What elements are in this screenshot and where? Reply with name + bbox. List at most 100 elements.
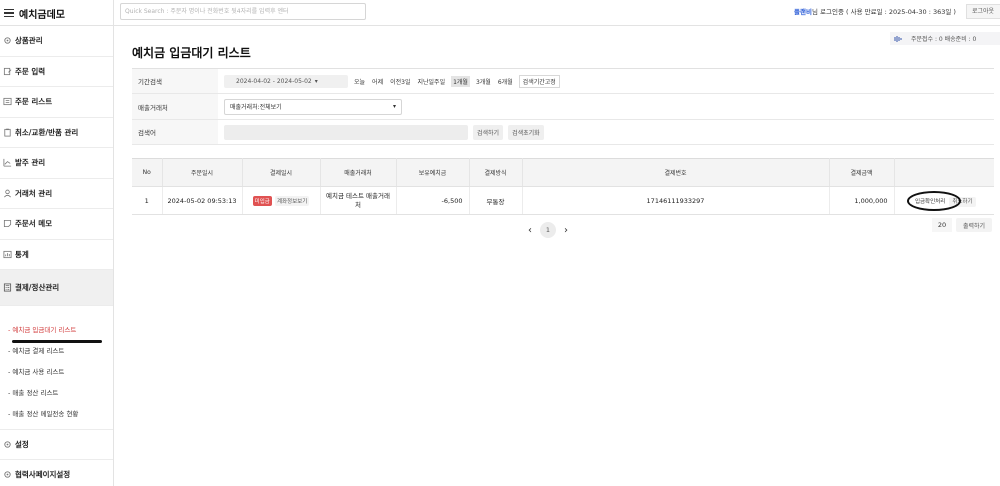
status-text: 주문접수 : 0 배송준비 : 0	[911, 36, 977, 43]
user-icon	[2, 188, 12, 198]
period-week-button[interactable]: 지난일주일	[416, 76, 446, 87]
filter-value: 검색하기 검색초기화	[218, 120, 994, 144]
col-header-payment-no: 결제번호	[522, 158, 830, 187]
main-content: 주문접수 : 0 배송준비 : 0 예치금 입금대기 리스트 기간검색 2024…	[114, 26, 1000, 486]
sidebar-item-label: 발주 관리	[15, 158, 46, 168]
filter-row-client: 매출거래처 매출거래처:전체보기 ▾	[132, 94, 994, 120]
client-select[interactable]: 매출거래처:전체보기 ▾	[224, 98, 402, 115]
sidebar-item-products[interactable]: 상품관리	[0, 26, 113, 57]
menu-icon[interactable]	[4, 9, 14, 17]
handwritten-circle	[906, 191, 961, 211]
sidebar-item-settlement[interactable]: 결제/정산관리	[0, 270, 113, 306]
logout-button[interactable]: 로그아웃	[966, 4, 1000, 19]
period-today-button[interactable]: 오늘	[353, 76, 366, 87]
sidebar-item-label: 주문 리스트	[15, 97, 53, 107]
user-name: 플랜비	[794, 8, 812, 16]
submenu-deposit-pending[interactable]: - 예치금 입금대기 리스트	[8, 318, 113, 343]
edit-icon	[2, 66, 12, 76]
cell-payment-date: 미입금 계좌정보보기	[242, 186, 321, 215]
print-button[interactable]: 출력하기	[956, 218, 992, 232]
period-6months-button[interactable]: 6개월	[497, 76, 514, 87]
deposit-pending-table: No 주문일시 결제일시 매출거래처 보유예치금 결제방식 결제번호 결제금액 …	[132, 158, 994, 215]
calculator-icon	[2, 283, 12, 293]
col-header-balance: 보유예치금	[396, 158, 470, 187]
clipboard-icon	[2, 127, 12, 137]
cell-actions: 입금확인처리 취소하기	[894, 186, 994, 215]
sidebar-item-memo[interactable]: 주문서 메모	[0, 209, 113, 240]
account-info-button[interactable]: 계좌정보보기	[274, 195, 310, 206]
sidebar-item-label: 주문 입력	[15, 66, 46, 76]
stats-icon	[2, 249, 12, 259]
signal-icon	[894, 35, 902, 42]
submenu-sales-settlement[interactable]: - 매출 정산 리스트	[8, 381, 113, 402]
sidebar-item-label: 주문서 메모	[15, 219, 53, 229]
login-status: 님 로그인중 ( 사용 만료일 : 2025-04-30 : 363일 )	[811, 8, 956, 16]
cell-method: 무통장	[469, 186, 523, 215]
period-yesterday-button[interactable]: 어제	[371, 76, 384, 87]
sidebar-item-label: 거래처 관리	[15, 188, 53, 198]
caret-down-icon: ▾	[314, 77, 318, 85]
sidebar-item-order-entry[interactable]: 주문 입력	[0, 57, 113, 87]
cell-payment-no: 17146111933297	[522, 186, 830, 215]
sidebar-item-settings[interactable]: 설정	[0, 429, 113, 460]
chart-icon	[2, 158, 12, 168]
sidebar-item-stats[interactable]: 통계	[0, 240, 113, 270]
sidebar-item-returns[interactable]: 취소/교환/반품 관리	[0, 118, 113, 148]
reset-search-button[interactable]: 검색초기화	[508, 124, 544, 140]
filter-row-period: 기간검색 2024-04-02 - 2024-05-02 ▾ 오늘 어제 이전3…	[132, 69, 994, 94]
unpaid-badge: 미입금	[252, 195, 272, 206]
submenu-deposit-usage[interactable]: - 예치금 사용 리스트	[8, 360, 113, 381]
login-info: 플랜비님 로그인중 ( 사용 만료일 : 2025-04-30 : 363일 )	[794, 6, 956, 16]
cell-balance: -6,500	[396, 186, 470, 215]
sidebar-item-label: 설정	[15, 439, 29, 449]
list-icon	[2, 97, 12, 107]
pagination: ‹ 1 ›	[528, 222, 568, 238]
app-title: 예치금데모	[19, 9, 65, 21]
sidebar-item-label: 취소/교환/반품 관리	[15, 127, 79, 137]
col-header-payment-date: 결제일시	[242, 158, 321, 187]
sidebar-item-label: 협력사페이지설정	[15, 469, 71, 479]
filter-value: 매출거래처:전체보기 ▾	[218, 94, 994, 119]
settlement-submenu: - 예치금 입금대기 리스트 - 예치금 결제 리스트 - 예치금 사용 리스트…	[0, 306, 113, 429]
quick-search-input[interactable]	[120, 3, 366, 20]
per-page-select[interactable]: 20	[932, 218, 952, 232]
search-button[interactable]: 검색하기	[473, 124, 504, 140]
filter-label: 검색어	[132, 120, 218, 144]
col-header-method: 결제방식	[469, 158, 523, 187]
period-1month-button[interactable]: 1개월	[451, 75, 470, 87]
date-range-picker[interactable]: 2024-04-02 - 2024-05-02 ▾	[224, 74, 348, 88]
filter-label: 기간검색	[132, 69, 218, 93]
fix-period-button[interactable]: 검색기간고정	[518, 74, 560, 88]
gear-icon	[2, 469, 12, 479]
sidebar-item-clients[interactable]: 거래처 관리	[0, 179, 113, 209]
prev-page-icon[interactable]: ‹	[528, 225, 532, 236]
sidebar-item-label: 상품관리	[15, 36, 43, 46]
sidebar-item-label: 통계	[15, 249, 29, 259]
table-row: 1 2024-05-02 09:53:13 미입금 계좌정보보기 예치금 테스트…	[132, 186, 994, 215]
cell-client: 예치금 테스트 매출거래처	[320, 186, 397, 215]
brand: 예치금데모	[0, 0, 114, 26]
sidebar: 상품관리 주문 입력 주문 리스트 취소/교환/반품 관리 발주 관리 거래처 …	[0, 26, 114, 486]
filter-value: 2024-04-02 - 2024-05-02 ▾ 오늘 어제 이전3일 지난일…	[218, 69, 994, 93]
sidebar-item-partner-settings[interactable]: 협력사페이지설정	[0, 460, 113, 486]
cell-no: 1	[132, 186, 163, 215]
caret-down-icon: ▾	[392, 103, 396, 110]
col-header-order-date: 주문일시	[162, 158, 243, 187]
table-header: No 주문일시 결제일시 매출거래처 보유예치금 결제방식 결제번호 결제금액	[132, 158, 994, 187]
memo-icon	[2, 219, 12, 229]
period-3months-button[interactable]: 3개월	[475, 76, 492, 87]
sidebar-item-purchase-orders[interactable]: 발주 관리	[0, 148, 113, 179]
col-header-client: 매출거래처	[320, 158, 397, 187]
period-3days-button[interactable]: 이전3일	[389, 76, 411, 87]
col-header-amount: 결제금액	[829, 158, 895, 187]
next-page-icon[interactable]: ›	[564, 225, 568, 236]
gear-icon	[2, 439, 12, 449]
top-bar: 예치금데모 플랜비님 로그인중 ( 사용 만료일 : 2025-04-30 : …	[0, 0, 1000, 26]
sidebar-item-order-list[interactable]: 주문 리스트	[0, 87, 113, 118]
filter-label: 매출거래처	[132, 94, 218, 119]
submenu-settlement-mail[interactable]: - 매출 정산 메일전송 현황	[8, 402, 113, 423]
keyword-input[interactable]	[224, 124, 468, 140]
cell-order-date: 2024-05-02 09:53:13	[162, 186, 243, 215]
page-number[interactable]: 1	[540, 222, 556, 238]
search-filter: 기간검색 2024-04-02 - 2024-05-02 ▾ 오늘 어제 이전3…	[132, 68, 994, 145]
